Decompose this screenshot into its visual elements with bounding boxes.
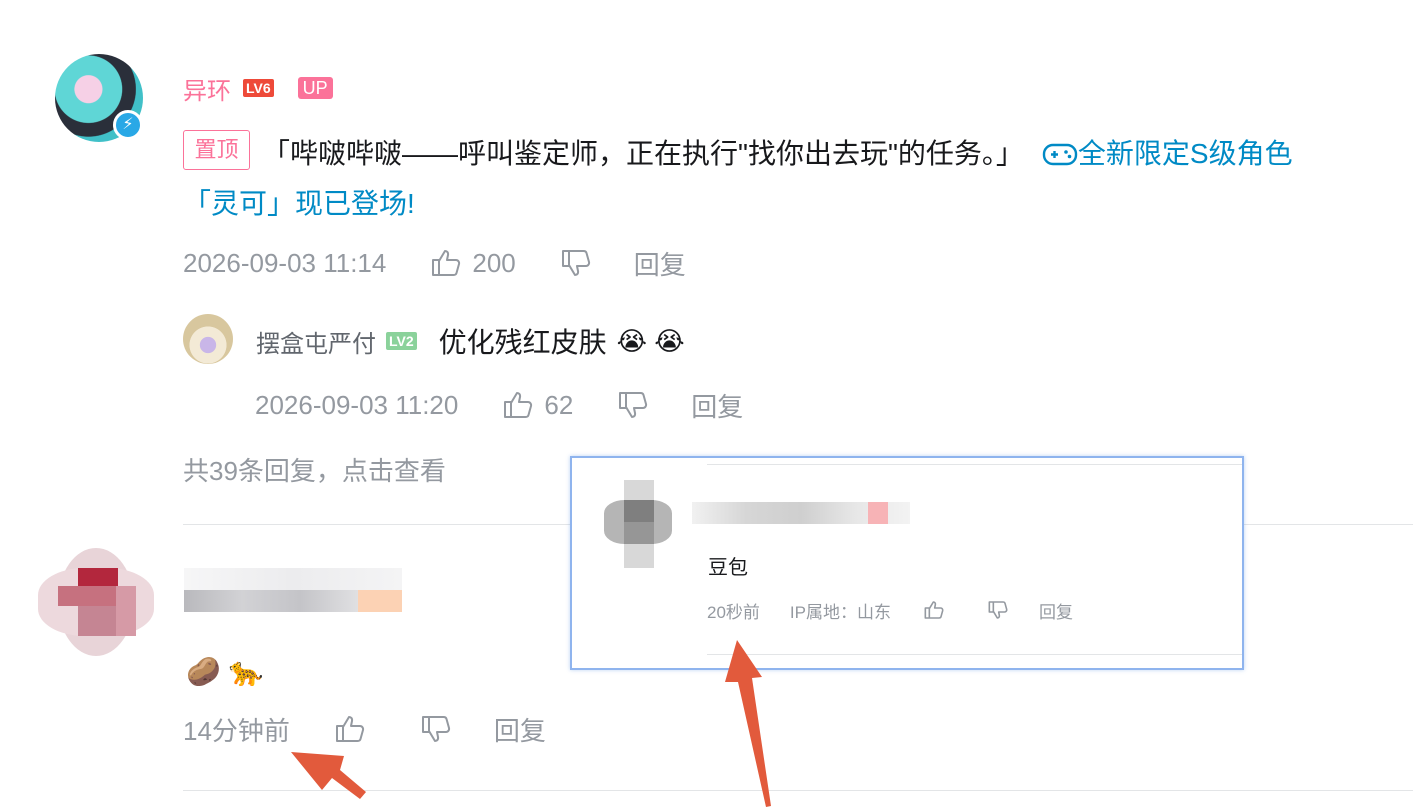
annotation-arrow-icon xyxy=(291,752,366,799)
annotation-arrow-icon xyxy=(725,640,771,807)
annotation-arrows xyxy=(291,640,771,807)
